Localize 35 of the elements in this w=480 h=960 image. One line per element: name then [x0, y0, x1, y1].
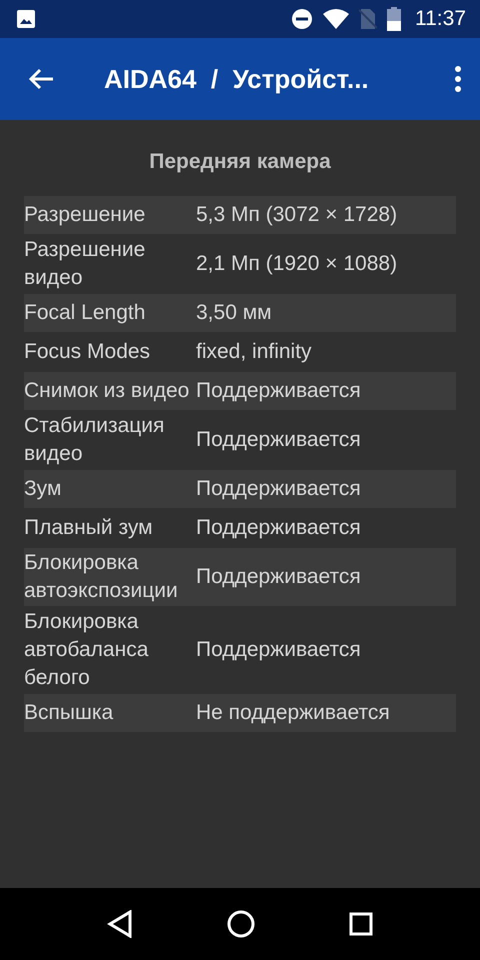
image-icon	[16, 9, 36, 29]
battery-icon	[387, 7, 401, 31]
recents-icon[interactable]	[349, 912, 373, 936]
property-value: fixed, infinity	[196, 339, 313, 365]
property-label: Блокировка автоэкспозиции	[24, 550, 179, 604]
property-value: Поддерживается	[196, 515, 362, 541]
property-value: Поддерживается	[196, 476, 362, 502]
property-label: Блокировка автобаланса белого	[24, 609, 150, 691]
property-label: Разрешение	[24, 202, 146, 228]
property-label: Зум	[24, 476, 62, 502]
property-label: Снимок из видео	[24, 378, 190, 404]
wifi-icon	[323, 9, 349, 29]
home-icon[interactable]	[227, 910, 255, 938]
app-bar-title: AIDA64 / Устройст...	[104, 64, 370, 94]
property-value: Поддерживается	[196, 427, 362, 453]
back-icon[interactable]	[107, 910, 133, 938]
status-time: 11:37	[415, 7, 466, 31]
property-label: Плавный зум	[24, 515, 154, 541]
no-sim-icon	[359, 8, 377, 30]
property-value: Поддерживается	[196, 378, 362, 404]
back-arrow-icon[interactable]	[28, 68, 54, 90]
property-value: 3,50 мм	[196, 300, 273, 326]
more-options-icon[interactable]	[454, 66, 462, 92]
do-not-disturb-icon	[291, 8, 313, 30]
property-label: Разрешение видео	[24, 237, 146, 291]
property-value: 5,3 Мп (3072 × 1728)	[196, 202, 398, 228]
property-label: Стабилизация видео	[24, 413, 166, 467]
property-value: 2,1 Мп (1920 × 1088)	[196, 251, 398, 277]
property-label: Focal Length	[24, 300, 146, 326]
section-title: Передняя камера	[148, 150, 332, 174]
property-value: Поддерживается	[196, 637, 362, 663]
property-label: Вспышка	[24, 700, 114, 726]
property-value: Поддерживается	[196, 564, 362, 590]
property-value: Не поддерживается	[196, 700, 391, 726]
property-label: Focus Modes	[24, 339, 152, 365]
